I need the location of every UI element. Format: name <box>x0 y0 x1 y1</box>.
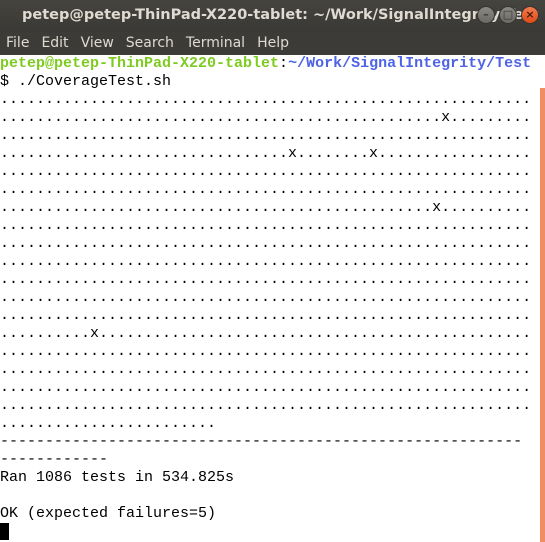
separator-line: ----------------------------------------… <box>0 433 523 468</box>
terminal-cursor <box>0 523 9 540</box>
title-bar: petep@petep-ThinPad-X220-tablet: ~/Work/… <box>0 0 545 31</box>
menu-bar: File Edit View Search Terminal Help <box>0 31 545 55</box>
output-line: ........................................… <box>0 217 532 234</box>
output-line: ........................................… <box>0 307 532 324</box>
output-line: ........................................… <box>0 91 532 108</box>
output-line: ........................................… <box>0 379 532 396</box>
summary-line: Ran 1086 tests in 534.825s <box>0 469 235 486</box>
prompt-separator: : <box>279 55 289 72</box>
menu-edit[interactable]: Edit <box>35 31 74 55</box>
output-line: ........................................… <box>0 235 532 252</box>
test-output: ........................................… <box>0 91 538 433</box>
terminal-area[interactable]: petep@petep-ThinPad-X220-tablet:~/Work/S… <box>0 55 538 542</box>
output-line: ........................................… <box>0 199 532 216</box>
output-line: ........................ <box>0 415 217 432</box>
output-line: ........................................… <box>0 271 532 288</box>
output-line: ........................................… <box>0 127 532 144</box>
command-line: $ ./CoverageTest.sh <box>0 73 538 91</box>
menu-view[interactable]: View <box>75 31 120 55</box>
prompt-symbol: $ <box>0 73 19 90</box>
menu-terminal[interactable]: Terminal <box>180 31 251 55</box>
maximize-button[interactable]: □ <box>499 6 517 24</box>
prompt-user-host: petep@petep-ThinPad-X220-tablet <box>0 55 280 72</box>
close-button[interactable]: × <box>521 6 539 24</box>
output-line: ........................................… <box>0 253 532 270</box>
output-line: ........................................… <box>0 109 532 126</box>
prompt-path: ~/Work/SignalIntegrity/Test <box>288 55 532 72</box>
output-line: ................................x.......… <box>0 145 532 162</box>
scrollbar[interactable] <box>540 88 545 542</box>
prompt-line: petep@petep-ThinPad-X220-tablet:~/Work/S… <box>0 55 538 73</box>
menu-file[interactable]: File <box>0 31 35 55</box>
result-line: OK (expected failures=5) <box>0 505 217 522</box>
menu-search[interactable]: Search <box>120 31 180 55</box>
output-line: ........................................… <box>0 181 532 198</box>
output-line: ........................................… <box>0 163 532 180</box>
menu-help[interactable]: Help <box>251 31 295 55</box>
minimize-button[interactable]: – <box>477 6 495 24</box>
output-line: ........................................… <box>0 397 532 414</box>
window-controls: – □ × <box>477 6 539 24</box>
window-title: petep@petep-ThinPad-X220-tablet: ~/Work/… <box>22 7 539 23</box>
output-line: ..........x.............................… <box>0 325 532 342</box>
output-line: ........................................… <box>0 343 532 360</box>
output-line: ........................................… <box>0 361 532 378</box>
output-line: ........................................… <box>0 289 532 306</box>
command-text: ./CoverageTest.sh <box>18 73 172 90</box>
